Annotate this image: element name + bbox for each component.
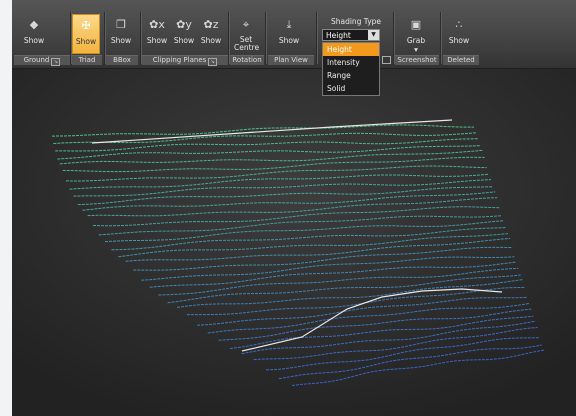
diamond-icon: ◆ xyxy=(29,18,39,31)
viewport-background xyxy=(12,69,576,416)
grab-screenshot-button[interactable]: ▣ Grab ▾ xyxy=(396,14,436,54)
dialog-launcher-icon[interactable]: ↘ xyxy=(208,58,218,66)
option-solid[interactable]: Solid xyxy=(323,82,379,95)
clip-y-show-button[interactable]: ✿y Show xyxy=(171,14,197,54)
separator xyxy=(316,12,318,64)
clip-y-icon: ✿y xyxy=(176,18,192,31)
dialog-launcher-icon[interactable] xyxy=(382,56,391,64)
clip-z-icon: ✿z xyxy=(203,18,219,31)
separator xyxy=(440,12,442,64)
clip-z-show-button[interactable]: ✿z Show xyxy=(198,14,224,54)
dropdown-arrow-icon[interactable]: ▼ xyxy=(368,30,379,40)
box-icon: ❒ xyxy=(116,18,126,31)
clip-x-show-button[interactable]: ✿x Show xyxy=(144,14,170,54)
ground-show-button[interactable]: ◆ Show xyxy=(16,14,52,54)
chevron-down-icon: ▾ xyxy=(414,45,418,54)
group-deleted: Deleted xyxy=(443,55,479,65)
triad-show-button[interactable]: ✠ Show xyxy=(72,14,100,54)
group-clipping-planes: Clipping Planes ↘ xyxy=(142,55,228,66)
group-rotation: Rotation xyxy=(230,55,264,65)
option-height[interactable]: Height xyxy=(323,43,379,56)
arrow-down-icon: ⤓ xyxy=(286,18,292,31)
dialog-launcher-icon[interactable]: ↘ xyxy=(51,58,61,66)
plan-view-show-button[interactable]: ⤓ Show xyxy=(274,14,304,54)
bbox-show-button[interactable]: ❒ Show xyxy=(107,14,135,54)
toolbar-ribbon: ◆ Show Ground ↘ ✠ Show Triad ❒ Show BBox … xyxy=(12,0,576,69)
clip-x-icon: ✿x xyxy=(149,18,165,31)
group-ground: Ground ↘ xyxy=(14,55,70,66)
axes-icon: ✠ xyxy=(81,19,91,32)
dots-icon: ∴ xyxy=(455,18,463,31)
separator xyxy=(265,12,267,64)
group-screenshot: Screenshot xyxy=(395,55,439,65)
set-centre-button[interactable]: ⌖ Set Centre xyxy=(231,14,261,54)
camera-icon: ▣ xyxy=(410,18,422,31)
shading-type-dropdown: Height Intensity Range Solid xyxy=(322,42,380,96)
group-triad: Triad xyxy=(72,55,102,65)
shading-type-select[interactable]: Height ▼ xyxy=(322,29,380,41)
point-cloud-viewer: ◆ Show Ground ↘ ✠ Show Triad ❒ Show BBox … xyxy=(12,0,576,416)
deleted-show-button[interactable]: ∴ Show xyxy=(444,14,474,54)
option-intensity[interactable]: Intensity xyxy=(323,56,379,69)
shading-type-label: Shading Type xyxy=(330,17,382,26)
group-bbox: BBox xyxy=(106,55,138,65)
point-cloud-viewport[interactable] xyxy=(12,69,576,416)
option-range[interactable]: Range xyxy=(323,69,379,82)
group-plan-view: Plan View xyxy=(268,55,314,65)
crosshair-icon: ⌖ xyxy=(242,18,250,31)
